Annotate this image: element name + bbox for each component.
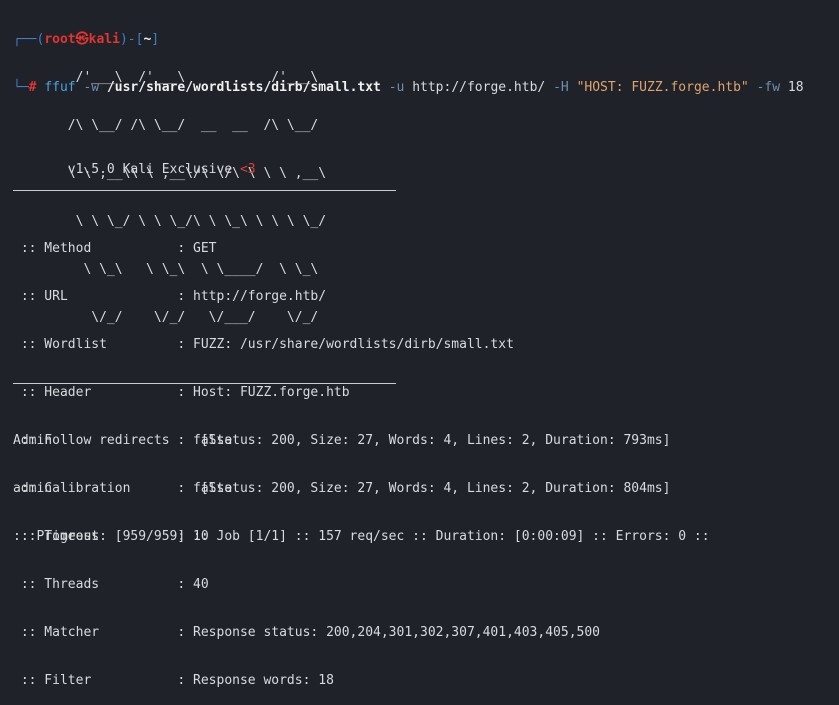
separator: [13, 383, 396, 384]
banner-line: /'___\ /'___\ /'___\: [13, 70, 319, 85]
progress-line: :: Progress: [959/959] :: Job [1/1] :: 1…: [13, 529, 710, 544]
result-row: admin [Status: 200, Size: 27, Words: 4, …: [13, 481, 671, 496]
config-wordlist: :: Wordlist : FUZZ: /usr/share/wordlists…: [13, 337, 514, 352]
version-text: v1.5.0 Kali Exclusive: [13, 162, 240, 177]
version-line: v1.5.0 Kali Exclusive <3: [13, 162, 256, 178]
separator: [13, 190, 396, 191]
fw-value: 18: [787, 80, 804, 95]
banner-line: /\ \__/ /\ \__/ __ __ /\ \__/: [13, 118, 319, 133]
target-url: http://forge.htb/: [412, 80, 546, 95]
config-matcher: :: Matcher : Response status: 200,204,30…: [13, 625, 600, 640]
result-row: Admin [Status: 200, Size: 27, Words: 4, …: [13, 433, 671, 448]
config-method: :: Method : GET: [13, 241, 217, 256]
heart-text: <3: [239, 162, 256, 177]
config-header: :: Header : Host: FUZZ.forge.htb: [13, 385, 350, 400]
results: Admin [Status: 200, Size: 27, Words: 4, …: [13, 401, 710, 561]
flag-fw: -fw: [756, 80, 781, 95]
flag-h: -H: [553, 80, 569, 95]
config-threads: :: Threads : 40: [13, 577, 209, 592]
config-url: :: URL : http://forge.htb/: [13, 289, 327, 304]
config-filter: :: Filter : Response words: 18: [13, 673, 334, 688]
flag-u: -u: [388, 80, 405, 95]
header-string: "HOST: FUZZ.forge.htb": [576, 80, 749, 95]
